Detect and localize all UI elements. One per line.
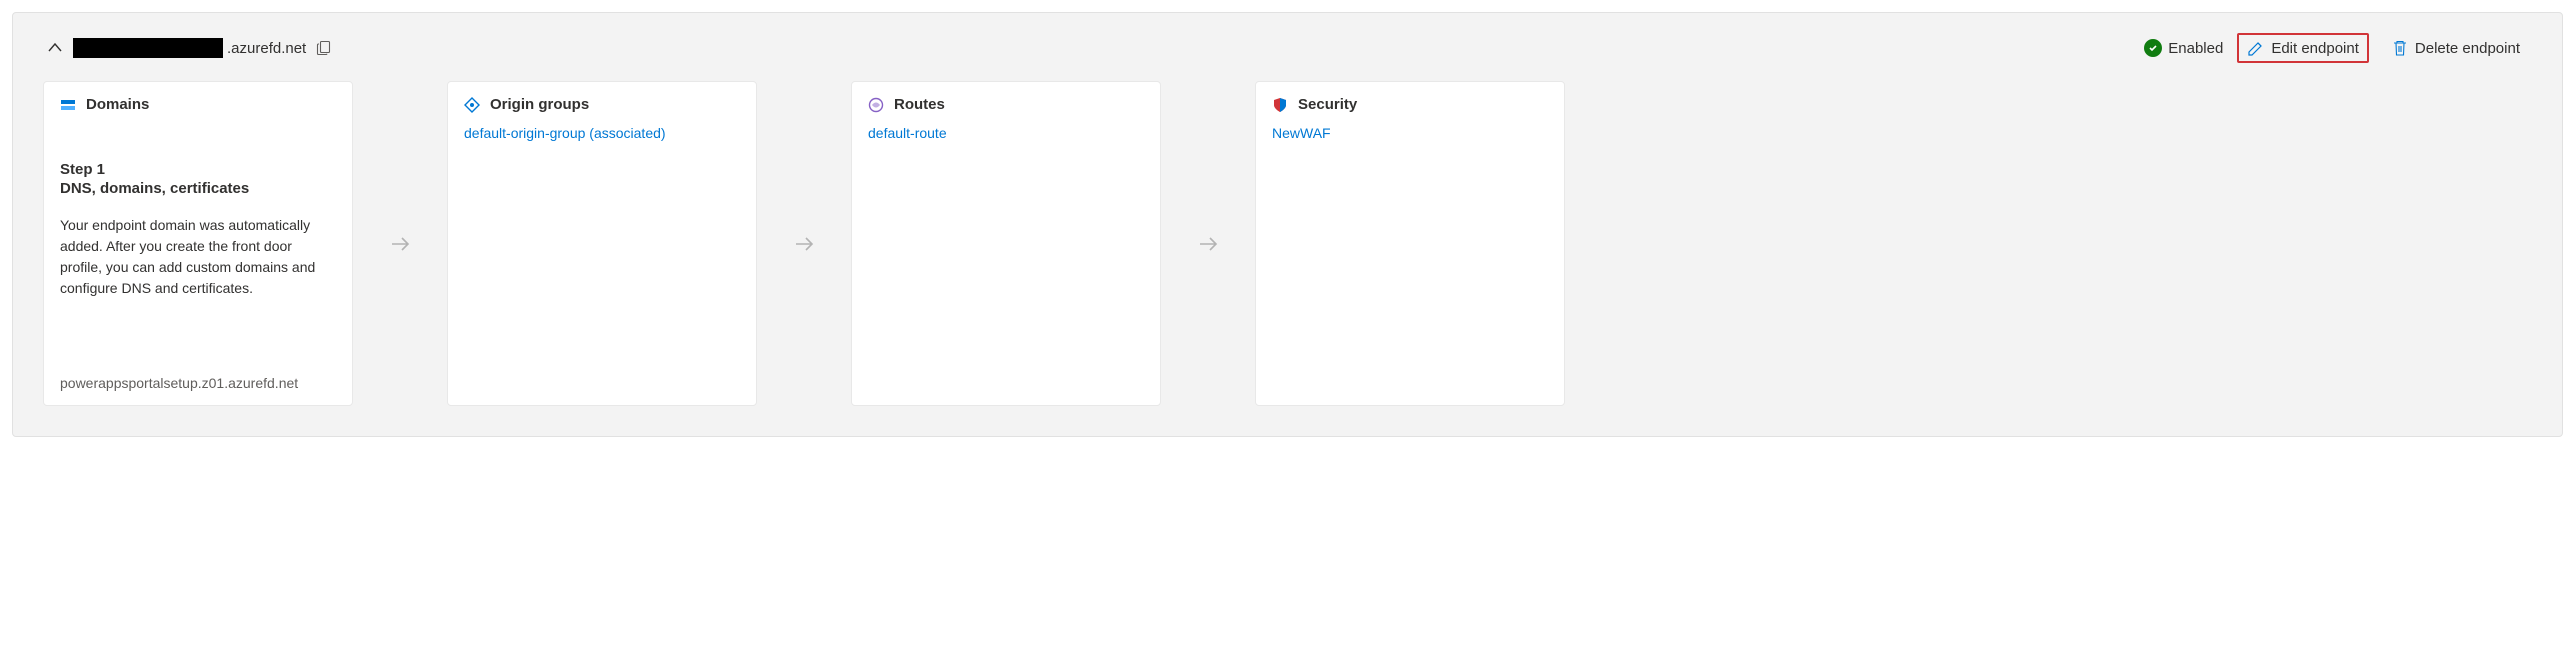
check-circle-icon: [2144, 39, 2162, 57]
delete-endpoint-label: Delete endpoint: [2415, 40, 2520, 57]
domains-step-block: Step 1 DNS, domains, certificates Your e…: [60, 161, 336, 299]
edit-endpoint-label: Edit endpoint: [2271, 40, 2359, 57]
security-header: Security: [1272, 96, 1548, 113]
security-link[interactable]: NewWAF: [1272, 125, 1548, 141]
origin-groups-icon: [464, 97, 480, 113]
status-enabled: Enabled: [2144, 39, 2223, 57]
arrow-1: [353, 81, 447, 406]
status-label: Enabled: [2168, 40, 2223, 57]
routes-card: Routes default-route: [851, 81, 1161, 406]
edit-endpoint-button[interactable]: Edit endpoint: [2237, 33, 2369, 63]
arrow-right-icon: [1197, 233, 1219, 255]
endpoint-domain-suffix: .azurefd.net: [227, 40, 306, 57]
delete-endpoint-button[interactable]: Delete endpoint: [2383, 35, 2528, 61]
domains-card: Domains Step 1 DNS, domains, certificate…: [43, 81, 353, 406]
origin-groups-header: Origin groups: [464, 96, 740, 113]
routes-icon: [868, 97, 884, 113]
security-card: Security NewWAF: [1255, 81, 1565, 406]
security-title: Security: [1298, 96, 1357, 113]
panel-header: .azurefd.net Enabled Edit en: [43, 33, 2532, 63]
routes-header: Routes: [868, 96, 1144, 113]
domains-icon: [60, 97, 76, 113]
pencil-icon: [2247, 39, 2265, 57]
domains-footer: powerappsportalsetup.z01.azurefd.net: [60, 375, 336, 391]
origin-groups-title: Origin groups: [490, 96, 589, 113]
copy-icon: [316, 40, 332, 56]
origin-groups-card: Origin groups default-origin-group (asso…: [447, 81, 757, 406]
arrow-right-icon: [389, 233, 411, 255]
domains-card-header: Domains: [60, 96, 336, 113]
chevron-up-icon: [47, 40, 63, 56]
routes-title: Routes: [894, 96, 945, 113]
collapse-toggle[interactable]: [47, 40, 63, 56]
arrow-right-icon: [793, 233, 815, 255]
security-icon: [1272, 97, 1288, 113]
header-actions: Enabled Edit endpoint Delete endpoint: [2144, 33, 2528, 63]
trash-icon: [2391, 39, 2409, 57]
cards-row: Domains Step 1 DNS, domains, certificate…: [43, 81, 2532, 406]
arrow-3: [1161, 81, 1255, 406]
endpoint-name-redacted: [73, 38, 223, 58]
origin-group-link[interactable]: default-origin-group (associated): [464, 125, 740, 141]
endpoint-panel: .azurefd.net Enabled Edit en: [12, 12, 2563, 437]
step-number: Step 1: [60, 161, 336, 178]
header-left: .azurefd.net: [47, 38, 332, 58]
copy-button[interactable]: [316, 40, 332, 56]
step-title: DNS, domains, certificates: [60, 180, 336, 197]
route-link[interactable]: default-route: [868, 125, 1144, 141]
domains-title: Domains: [86, 96, 149, 113]
step-description: Your endpoint domain was automatically a…: [60, 215, 336, 299]
arrow-2: [757, 81, 851, 406]
